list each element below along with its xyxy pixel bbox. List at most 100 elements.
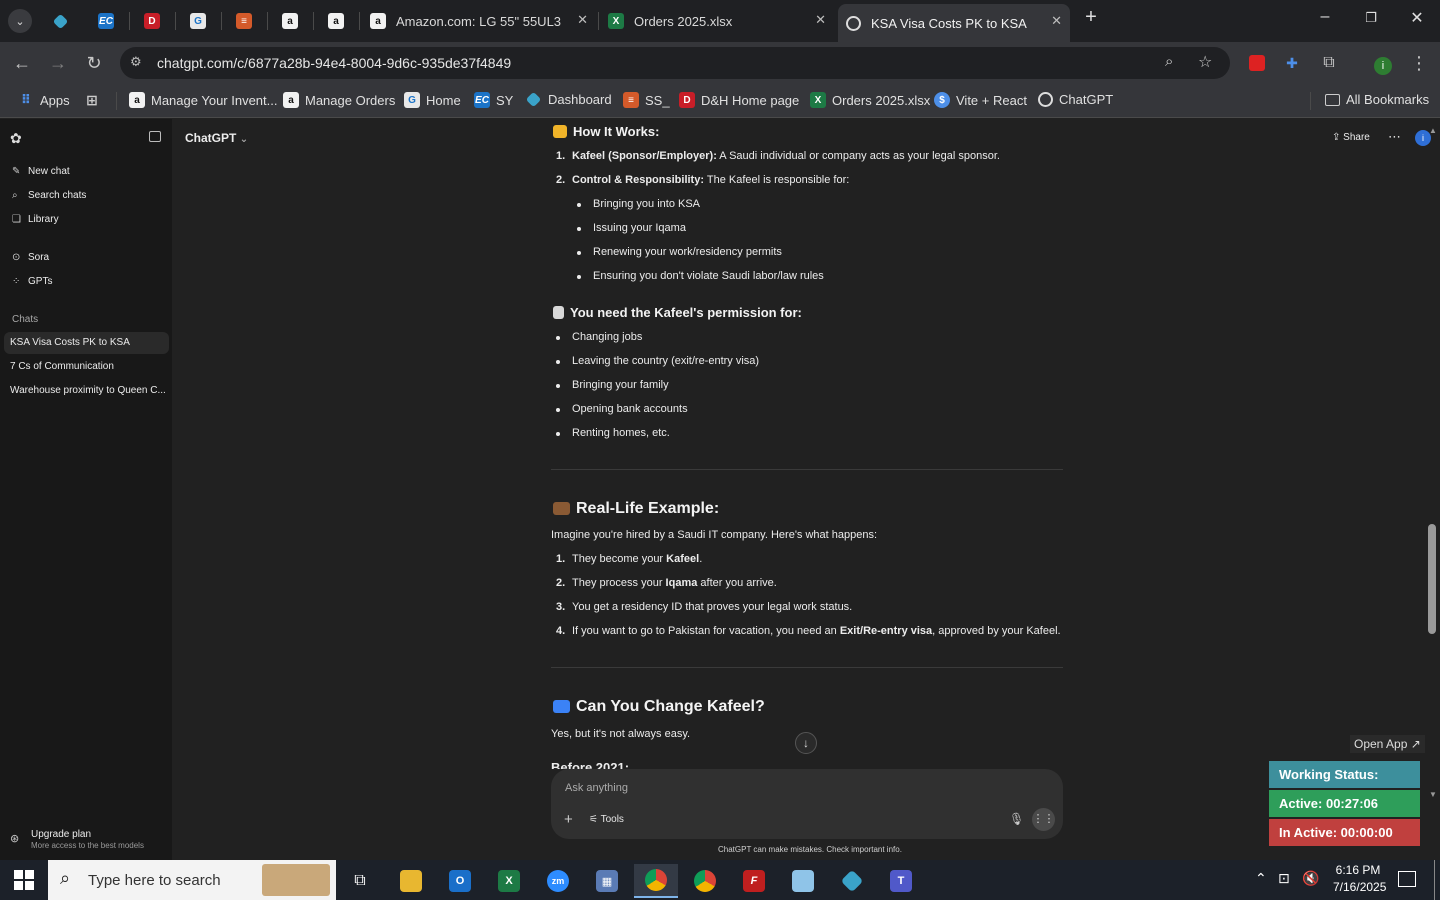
pinned-tab-6[interactable]: a [275, 8, 305, 34]
file-explorer-app[interactable] [389, 864, 433, 898]
teams-app[interactable]: T [879, 864, 923, 898]
sidebar-item-gpts[interactable]: ⁘ GPTs [12, 276, 52, 287]
close-tab-icon[interactable]: ✕ [1051, 13, 1062, 29]
volume-muted-icon[interactable]: 🔇 [1302, 870, 1319, 887]
cutoff-text: Before 2021: [551, 760, 630, 769]
diamond-app[interactable] [830, 864, 874, 898]
chat-item-warehouse[interactable]: Warehouse proximity to Queen C... [4, 380, 169, 402]
bookmark-tab-groups[interactable]: ⊞ [84, 92, 106, 108]
bookmark-manage-orders[interactable]: a Manage Orders [283, 92, 395, 108]
reload-button[interactable]: ↻ [81, 51, 107, 75]
bookmark-home[interactable]: G Home [404, 92, 461, 108]
voice-mode-button[interactable]: ⋮⋮ [1032, 808, 1055, 831]
bookmark-orders-2025[interactable]: X Orders 2025.xlsx [810, 92, 930, 108]
windows-taskbar: ⌕ Type here to search ⧉ O X zm ▦ F T ⌃ ⊡… [0, 860, 1440, 900]
chrome-menu-icon[interactable]: ⋮ [1406, 51, 1432, 75]
site-info-icon[interactable]: ⚙ [130, 54, 142, 70]
zoom-app[interactable]: zm [536, 864, 580, 898]
bookmark-all-bookmarks[interactable]: All Bookmarks [1325, 92, 1429, 107]
toggle-sidebar-icon[interactable] [149, 131, 161, 142]
add-attachment-button[interactable]: + [564, 811, 573, 828]
forward-button[interactable]: → [45, 51, 71, 75]
disclaimer-text: ChatGPT can make mistakes. Check importa… [718, 845, 902, 854]
excel-app[interactable]: X [487, 864, 531, 898]
pinned-tab-1[interactable] [45, 8, 75, 34]
sidebar-item-library[interactable]: ❏ Library [12, 214, 59, 225]
message-input[interactable]: Ask anything [565, 782, 628, 794]
notes-app[interactable] [781, 864, 825, 898]
task-view-button[interactable]: ⧉ [338, 864, 382, 898]
sidebar-item-search-chats[interactable]: ⌕ Search chats [12, 190, 86, 201]
active-timer: Active: 00:27:06 [1269, 790, 1420, 817]
close-tab-icon[interactable]: ✕ [577, 12, 588, 28]
sidebar-item-sora[interactable]: ⊙ Sora [12, 252, 49, 263]
pinned-tab-7[interactable]: a [321, 8, 351, 34]
bookmark-dh-home[interactable]: D D&H Home page [679, 92, 799, 108]
chatgpt-favicon-icon [1038, 92, 1053, 107]
chevron-down-icon: ⌄ [239, 134, 249, 145]
chat-sidebar: ✿ ✎ New chat ⌕ Search chats ❏ Library ⊙ Sora… [0, 119, 172, 860]
bookmark-dashboard[interactable]: Dashboard [525, 91, 612, 108]
bookmark-sy[interactable]: EC SY [474, 92, 513, 108]
perm-item: Leaving the country (exit/re-entry visa) [572, 355, 760, 367]
extension-plus-icon[interactable]: ✚ [1279, 51, 1305, 75]
back-button[interactable]: ← [9, 51, 35, 75]
filezilla-app[interactable]: F [732, 864, 776, 898]
chat-scrollbar[interactable] [1428, 524, 1436, 634]
tab-ksa-visa[interactable]: KSA Visa Costs PK to KSA ✕ [838, 4, 1070, 42]
model-selector[interactable]: ChatGPT ⌄ [185, 131, 248, 145]
zoom-icon[interactable]: ⌕ [1165, 53, 1173, 70]
open-app-button[interactable]: Open App ↗ [1350, 735, 1425, 753]
diamond-favicon-icon [52, 13, 68, 29]
close-window-button[interactable]: ✕ [1397, 8, 1437, 32]
notes-icon [792, 870, 814, 892]
profile-avatar[interactable]: i [1370, 51, 1396, 75]
restore-button[interactable]: ❐ [1351, 10, 1391, 34]
tools-button[interactable]: ⚟ Tools [589, 814, 624, 825]
tab-search-button[interactable]: ⌄ [5, 8, 35, 34]
scroll-down-button[interactable]: ↓ [795, 732, 817, 754]
bookmark-ss[interactable]: ≡ SS_ [623, 92, 670, 108]
apps-grid-icon: ⠿ [20, 92, 32, 107]
start-button[interactable] [14, 870, 34, 890]
notification-center-icon[interactable] [1398, 871, 1416, 887]
show-desktop-button[interactable] [1434, 860, 1435, 900]
excel-favicon-icon: X [608, 13, 624, 29]
calculator-app[interactable]: ▦ [585, 864, 629, 898]
chrome-app-1[interactable] [634, 864, 678, 898]
chat-item-ksa-visa[interactable]: KSA Visa Costs PK to KSA [4, 332, 169, 354]
outlook-app[interactable]: O [438, 864, 482, 898]
tab-amazon[interactable]: a Amazon.com: LG 55" 55UL3J-E ✕ [364, 6, 596, 36]
pinned-tab-3[interactable]: D [137, 8, 167, 34]
scroll-up-arrow[interactable]: ▲ [1429, 126, 1437, 135]
show-hidden-icons[interactable]: ⌃ [1255, 870, 1267, 887]
minimize-button[interactable]: – [1305, 8, 1345, 32]
bookmark-vite-react[interactable]: $ Vite + React [934, 92, 1027, 108]
bookmark-apps[interactable]: ⠿ Apps [18, 92, 70, 108]
pinned-tab-4[interactable]: G [183, 8, 213, 34]
new-tab-button[interactable]: + [1071, 6, 1111, 30]
clock[interactable]: 6:16 PM 7/16/2025 [1333, 863, 1386, 894]
network-icon[interactable]: ⊡ [1278, 870, 1290, 887]
scroll-down-arrow[interactable]: ▼ [1429, 790, 1437, 799]
amazon-favicon-icon: a [283, 92, 299, 108]
microphone-icon[interactable]: 🎙 [1009, 812, 1024, 826]
sidebar-item-new-chat[interactable]: ✎ New chat [12, 166, 70, 177]
extension-red-arrow-icon[interactable] [1244, 51, 1270, 75]
address-bar[interactable]: ⚙ chatgpt.com/c/6877a28b-94e4-8004-9d6c-… [120, 47, 1230, 79]
pinned-tab-5[interactable]: ≡ [229, 8, 259, 34]
close-tab-icon[interactable]: ✕ [815, 12, 826, 28]
openai-logo-icon[interactable]: ✿ [10, 130, 22, 147]
upgrade-plan-link[interactable]: Upgrade plan [31, 829, 91, 840]
pinned-tab-2[interactable]: EC [91, 8, 121, 34]
bookmark-star-icon[interactable]: ☆ [1198, 52, 1212, 72]
taskbar-search-box[interactable]: ⌕ Type here to search [48, 860, 336, 900]
tab-orders[interactable]: X Orders 2025.xlsx ✕ [602, 6, 834, 36]
chat-item-7cs[interactable]: 7 Cs of Communication [4, 356, 169, 378]
more-options-icon[interactable]: ⋯ [1388, 129, 1401, 145]
chrome-app-2[interactable] [683, 864, 727, 898]
extensions-puzzle-icon[interactable]: ⧉ [1316, 51, 1342, 75]
bookmark-chatgpt[interactable]: ChatGPT [1038, 92, 1113, 107]
bookmark-manage-inventory[interactable]: a Manage Your Invent... [129, 92, 277, 108]
share-button[interactable]: ⇪ Share [1332, 132, 1370, 143]
